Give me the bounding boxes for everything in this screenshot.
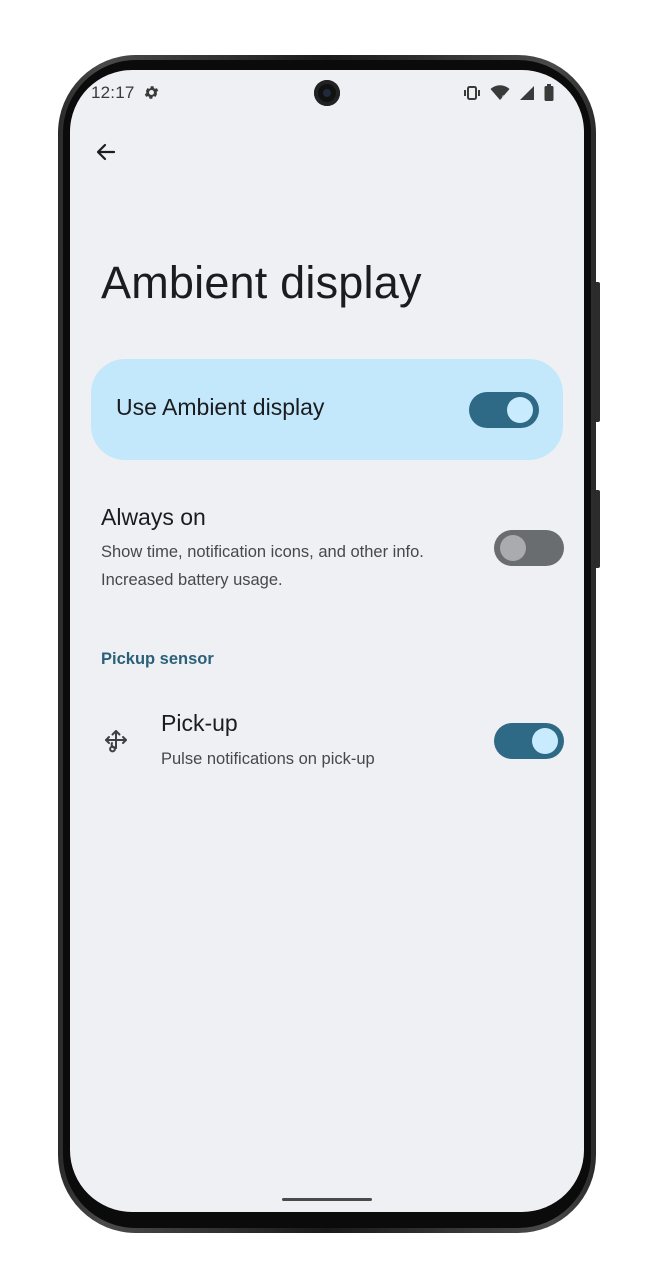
always-on-title: Always on [101, 504, 206, 530]
pickup-title: Pick-up [161, 710, 238, 736]
always-on-switch[interactable] [494, 530, 564, 566]
use-ambient-display-label: Use Ambient display [116, 394, 325, 420]
pickup-summary: Pulse notifications on pick-up [161, 750, 375, 768]
wifi-icon: 5 [490, 84, 510, 106]
always-on-summary: Show time, notification icons, and other… [101, 543, 424, 589]
always-on-row[interactable]: Always on Show time, notification icons,… [70, 490, 584, 600]
battery-icon [544, 84, 554, 106]
screen: 12:17 5 Ambient display Use Ambient disp… [70, 70, 584, 1212]
switch-thumb [507, 397, 533, 423]
cell-signal-icon [519, 85, 535, 106]
section-header-pickup-sensor: Pickup sensor [101, 650, 214, 668]
use-ambient-display-card[interactable]: Use Ambient display [91, 359, 563, 460]
switch-thumb [500, 535, 526, 561]
pickup-switch[interactable] [494, 723, 564, 759]
arrow-left-icon [96, 143, 116, 161]
gear-icon [143, 84, 160, 101]
status-bar: 12:17 5 [70, 70, 584, 116]
status-time: 12:17 [91, 83, 135, 102]
page: 12:17 5 Ambient display Use Ambient disp… [0, 0, 654, 1280]
gesture-navigation-bar[interactable] [282, 1198, 372, 1201]
switch-thumb [532, 728, 558, 754]
pickup-row[interactable]: Pick-up Pulse notifications on pick-up [70, 700, 584, 790]
status-icons: 5 [463, 84, 554, 106]
svg-text:5: 5 [502, 96, 506, 101]
front-camera [314, 80, 340, 106]
vibrate-icon [463, 85, 481, 106]
back-button[interactable] [90, 136, 122, 168]
page-title: Ambient display [101, 257, 422, 308]
use-ambient-display-switch[interactable] [469, 392, 539, 428]
